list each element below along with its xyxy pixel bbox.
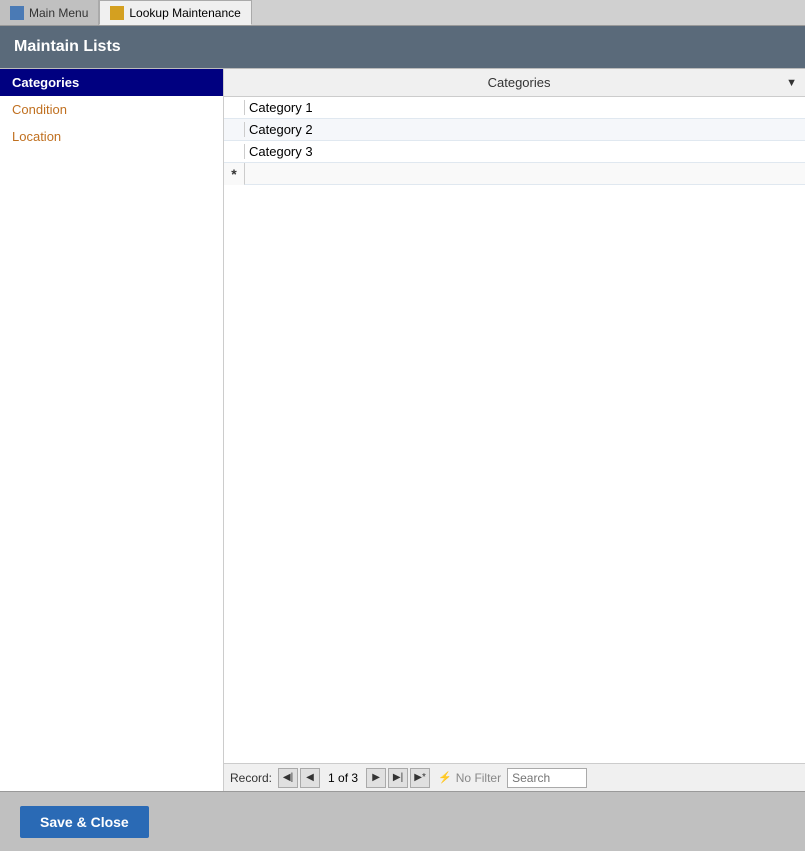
right-panel: Categories ▼ Category 1 Category 2 Categ… [224, 69, 805, 791]
sidebar-item-categories-label: Categories [12, 75, 79, 90]
new-row-input-cell[interactable] [244, 163, 805, 185]
tab-main-menu-label: Main Menu [29, 6, 88, 20]
row-cell-1[interactable]: Category 1 [244, 100, 805, 115]
nav-record-info: 1 of 3 [328, 771, 358, 785]
row-cell-3[interactable]: Category 3 [244, 144, 805, 159]
filter-icon: ⚡ [438, 771, 452, 784]
record-label: Record: [230, 771, 272, 785]
table-row[interactable]: Category 2 [224, 119, 805, 141]
nav-new-btn[interactable]: ▶* [410, 768, 430, 788]
nav-prev-btn[interactable]: ◀ [300, 768, 320, 788]
tab-main-menu[interactable]: Main Menu [0, 0, 99, 25]
section-title: Maintain Lists [14, 38, 121, 56]
nav-last-btn[interactable]: ▶| [388, 768, 408, 788]
sidebar-item-location[interactable]: Location [0, 123, 223, 150]
sidebar: Categories Condition Location [0, 69, 224, 791]
save-close-label: Save & Close [40, 814, 129, 830]
table-row[interactable]: Category 3 [224, 141, 805, 163]
tab-lookup-maintenance-label: Lookup Maintenance [129, 6, 240, 20]
nav-next-btn[interactable]: ▶ [366, 768, 386, 788]
search-input[interactable] [507, 768, 587, 788]
filter-text: No Filter [456, 771, 501, 785]
table-body: Category 1 Category 2 Category 3 * [224, 97, 805, 763]
new-row-asterisk: * [224, 166, 244, 182]
nav-bar: Record: ◀| ◀ 1 of 3 ▶ ▶| ▶* ⚡ No Filter [224, 763, 805, 791]
table-header: Categories ▼ [224, 69, 805, 97]
tab-bar: Main Menu Lookup Maintenance [0, 0, 805, 26]
sidebar-item-condition[interactable]: Condition [0, 96, 223, 123]
column-dropdown-btn[interactable]: ▼ [786, 77, 797, 89]
tab-lookup-maintenance[interactable]: Lookup Maintenance [99, 0, 251, 25]
main-content: Categories Condition Location Categories… [0, 68, 805, 791]
row-cell-2[interactable]: Category 2 [244, 122, 805, 137]
sidebar-item-categories[interactable]: Categories [0, 69, 223, 96]
sidebar-item-location-label: Location [12, 129, 61, 144]
table-row[interactable]: Category 1 [224, 97, 805, 119]
save-close-button[interactable]: Save & Close [20, 806, 149, 838]
nav-first-btn[interactable]: ◀| [278, 768, 298, 788]
main-menu-icon [10, 6, 24, 20]
new-row[interactable]: * [224, 163, 805, 185]
nav-filter: ⚡ No Filter [438, 771, 501, 785]
table-column-header: Categories [252, 75, 786, 90]
bottom-bar: Save & Close [0, 791, 805, 851]
sidebar-item-condition-label: Condition [12, 102, 67, 117]
lookup-maintenance-icon [110, 6, 124, 20]
section-title-bar: Maintain Lists [0, 26, 805, 68]
